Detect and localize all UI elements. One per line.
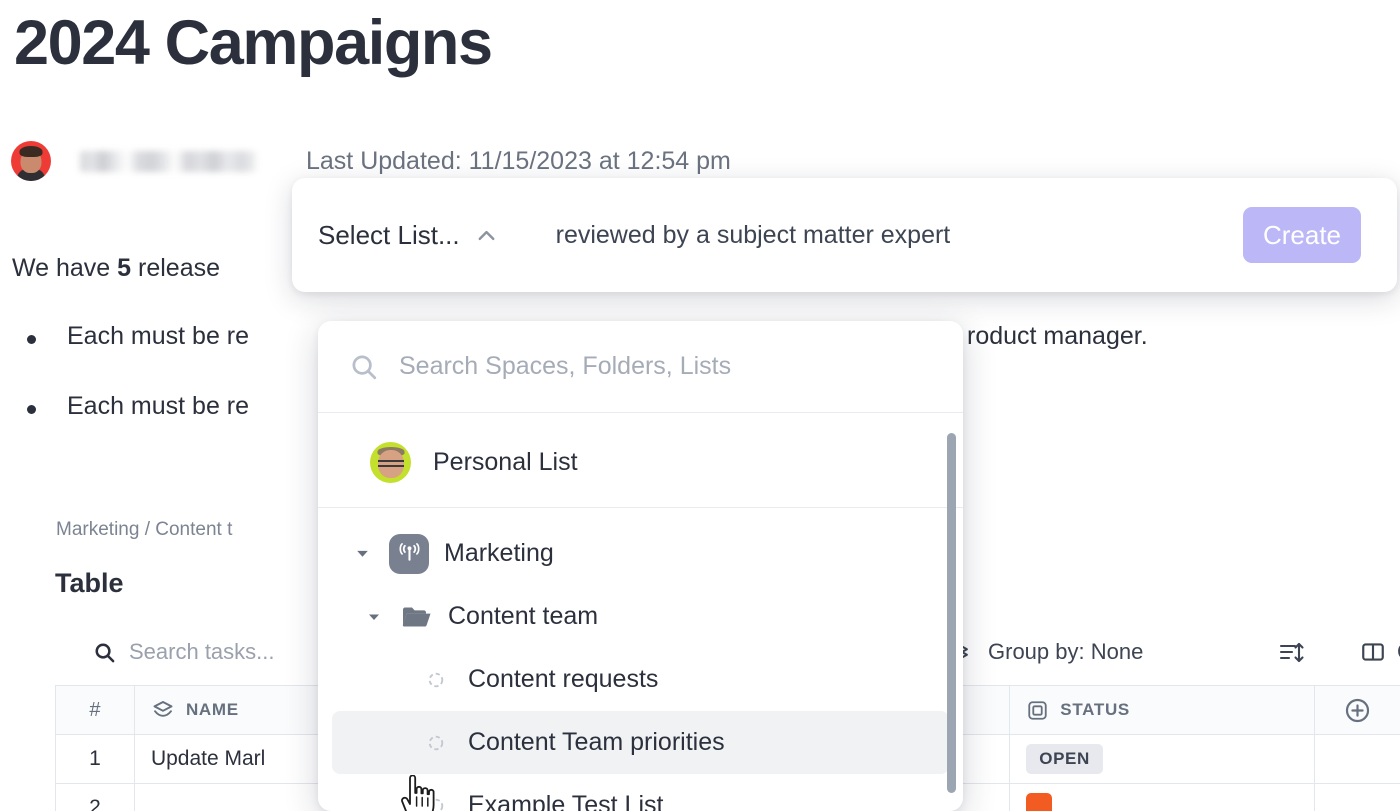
picker-item-label: Content team	[448, 602, 599, 630]
view-title: Table	[55, 568, 124, 598]
task-name-input[interactable]: reviewed by a subject matter expert	[556, 221, 1243, 250]
broadcast-glyph	[398, 543, 420, 561]
picker-search-placeholder: Search Spaces, Folders, Lists	[399, 352, 732, 380]
intro-suffix-word: release	[138, 254, 221, 282]
bullet-text: Each must be re	[67, 322, 250, 350]
picker-item-marketing[interactable]: Marketing	[332, 522, 949, 585]
intro-prefix: We have	[12, 254, 118, 282]
picker-scrollbar[interactable]	[947, 433, 956, 811]
bullet-text-tail: roduct manager.	[967, 322, 1148, 350]
row-number: 2	[56, 784, 135, 811]
search-icon	[352, 355, 377, 379]
document-meta-row: Last Updated: 11/15/2023 at 12:54 pm	[11, 140, 731, 182]
list-circle-icon	[427, 797, 445, 811]
intro-count: 5	[117, 254, 132, 282]
sort-icon	[1279, 642, 1304, 663]
row-status-cell[interactable]: OPEN	[1010, 735, 1316, 783]
list-circle-icon	[427, 734, 445, 752]
list-circle-glyph	[428, 735, 444, 750]
layers-icon	[153, 701, 173, 717]
avatar	[370, 442, 411, 483]
search-icon	[95, 642, 115, 662]
create-task-bar: Select List... reviewed by a subject mat…	[292, 178, 1397, 292]
folder-icon	[401, 604, 433, 630]
group-by-label: Group by: None	[988, 639, 1144, 664]
column-header-status[interactable]: STATUS	[1010, 686, 1316, 734]
picker-item-content-team[interactable]: Content team	[332, 585, 949, 648]
list-circle-icon	[427, 671, 445, 689]
avatar-hair	[19, 146, 43, 157]
sort-button[interactable]	[1277, 639, 1305, 667]
last-updated: Last Updated: 11/15/2023 at 12:54 pm	[306, 147, 731, 176]
picker-item-label: Content requests	[468, 665, 659, 693]
list-circle-glyph	[428, 798, 444, 811]
broadcast-icon	[389, 533, 429, 574]
intro-suffix	[131, 254, 138, 282]
chevron-down-glyph	[356, 550, 368, 557]
chevron-up-icon	[478, 230, 495, 240]
picker-item-label: Content Team priorities	[468, 728, 725, 756]
select-list-label: Select List...	[318, 219, 460, 250]
create-button[interactable]: Create	[1243, 207, 1361, 263]
page-title: 2024 Campaigns	[14, 8, 493, 78]
column-header-status-label: STATUS	[1060, 700, 1130, 719]
column-header-name-label: NAME	[185, 700, 239, 719]
picker-scrollbar-thumb[interactable]	[947, 433, 956, 793]
list-item: Each must be re	[27, 322, 249, 351]
bullet-dot-icon	[27, 335, 36, 344]
last-updated-value: 11/15/2023 at 12:54 pm	[468, 146, 731, 175]
add-column-button[interactable]	[1315, 686, 1400, 734]
author-name-redacted	[80, 150, 256, 172]
picker-item-content-requests[interactable]: Content requests	[332, 648, 949, 711]
group-by-button[interactable]: Group by: None	[955, 639, 1143, 665]
chevron-down-icon[interactable]	[362, 609, 386, 625]
status-badge[interactable]: OPEN	[1026, 744, 1103, 774]
list-item: Each must be re	[27, 392, 249, 421]
chevron-down-glyph	[369, 614, 379, 620]
select-list-button[interactable]: Select List...	[318, 220, 500, 251]
intro-paragraph: We have 5 release	[12, 254, 220, 283]
app-root: 2024 Campaigns Last Updated: 11/15/2023 …	[0, 0, 1400, 811]
list-picker-dropdown: Search Spaces, Folders, Lists Personal L…	[318, 321, 963, 811]
columns-button[interactable]: Colu	[1360, 639, 1400, 665]
row-number: 1	[56, 735, 135, 783]
picker-item-label: Marketing	[444, 539, 554, 567]
folder-glyph	[402, 607, 431, 626]
picker-item-label: Example Test List	[468, 791, 664, 811]
square-icon	[1028, 700, 1047, 720]
last-updated-label: Last Updated:	[306, 146, 462, 175]
bullet-text: Each must be re	[67, 392, 250, 420]
row-add-cell	[1315, 784, 1400, 811]
search-tasks-placeholder: Search tasks...	[129, 639, 275, 664]
glasses-icon	[377, 460, 404, 467]
picker-item-example-test-list[interactable]: Example Test List	[332, 774, 949, 811]
picker-search-field[interactable]: Search Spaces, Folders, Lists	[318, 321, 963, 413]
avatar[interactable]	[11, 141, 51, 181]
breadcrumb[interactable]: Marketing / Content t	[56, 519, 232, 541]
column-header-num[interactable]: #	[56, 686, 135, 734]
list-circle-glyph	[428, 672, 444, 687]
search-tasks-field[interactable]: Search tasks...	[93, 639, 275, 665]
plus-circle-icon	[1345, 698, 1370, 722]
picker-item-label: Personal List	[433, 448, 578, 476]
status-badge[interactable]	[1026, 793, 1053, 811]
picker-item-personal-list[interactable]: Personal List	[332, 431, 949, 494]
picker-results-list: Personal List Marketing Content team Con…	[318, 413, 963, 811]
row-add-cell	[1315, 735, 1400, 783]
bullet-dot-icon	[27, 405, 36, 414]
picker-divider	[318, 507, 963, 508]
picker-item-content-team-priorities[interactable]: Content Team priorities	[332, 711, 949, 774]
chevron-down-icon[interactable]	[350, 545, 374, 562]
columns-icon	[1362, 643, 1384, 661]
row-status-cell[interactable]	[1010, 784, 1316, 811]
